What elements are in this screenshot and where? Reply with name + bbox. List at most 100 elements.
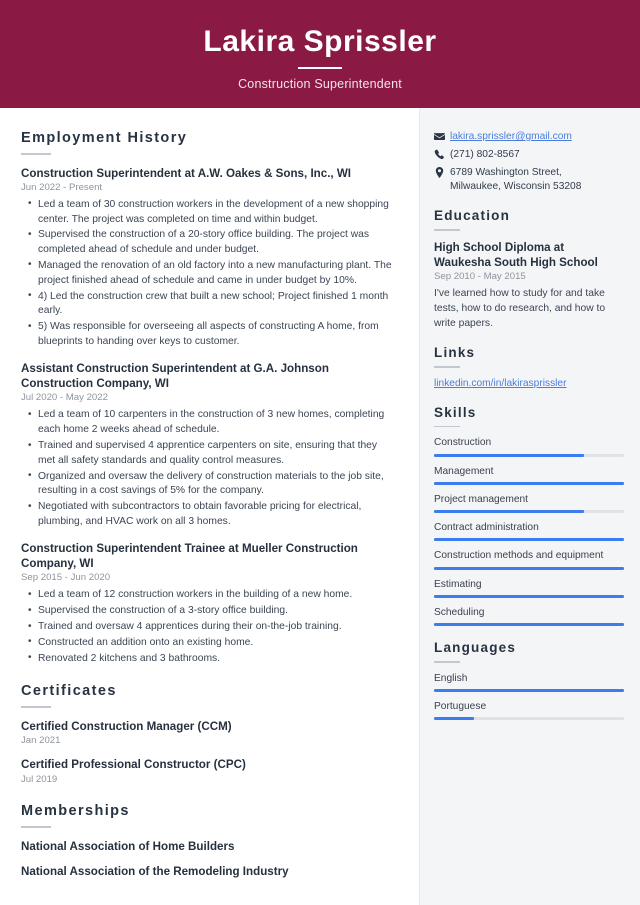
email-link[interactable]: lakira.sprissler@gmail.com xyxy=(450,131,572,142)
skill-item: Contract administration xyxy=(434,521,624,542)
bullet-item: Constructed an addition onto an existing… xyxy=(28,635,397,651)
skill-item-label: Construction methods and equipment xyxy=(434,550,604,562)
education-section: Education High School Diploma at Waukesh… xyxy=(434,208,624,331)
education-entry-list: High School Diploma at Waukesha South Hi… xyxy=(434,240,624,331)
skill-item-label: Management xyxy=(434,465,494,477)
bullet-item: Renovated 2 kitchens and 3 bathrooms. xyxy=(28,651,397,667)
bullet-item: Trained and oversaw 4 apprentices during… xyxy=(28,620,397,635)
certificate-entry: Certified Professional Constructor (CPC)… xyxy=(21,757,397,786)
skill-item-fill xyxy=(434,453,585,457)
language-item-label: Portuguese xyxy=(434,700,487,712)
certificate-date: Jan 2021 xyxy=(21,735,61,747)
skill-item-track xyxy=(434,594,624,598)
skill-item: Project management xyxy=(434,493,624,514)
employment-entry-title: Construction Superintendent at A.W. Oake… xyxy=(21,166,352,180)
skill-item: Scheduling xyxy=(434,606,624,627)
contact-row: 6789 Washington Street, Milwaukee, Wiscon… xyxy=(434,166,624,194)
skill-item: Estimating xyxy=(434,578,624,598)
skills-section: Skills Construction Management Project m… xyxy=(434,404,624,627)
links-section: Links linkedin.com/in/lakirasprissler xyxy=(434,345,624,391)
skill-item-label: Contract administration xyxy=(434,522,539,534)
employment-entry-title: Construction Superintendent Trainee at M… xyxy=(21,541,358,571)
employment-entry-list: Construction Superintendent at A.W. Oake… xyxy=(21,166,397,667)
bullet-item: Led a team of 12 construction workers in… xyxy=(28,588,397,603)
bullet-item: Managed the renovation of an old factory… xyxy=(28,258,397,289)
bullet-item: 5) Was responsible for overseeing all as… xyxy=(28,320,397,350)
employment-history-section: Employment History Construction Superint… xyxy=(21,130,397,666)
language-item: Portuguese xyxy=(434,700,624,721)
main-column: Employment History Construction Superint… xyxy=(0,108,419,905)
skill-item-label: Scheduling xyxy=(434,606,485,618)
section-heading-education: Education xyxy=(434,208,511,224)
section-rule xyxy=(21,706,51,708)
employment-entry-bullets: Led a team of 30 construction workers in… xyxy=(21,197,397,350)
contact-text: 6789 Washington Street, Milwaukee, Wiscon… xyxy=(450,166,624,194)
employment-entry: Assistant Construction Superintendent at… xyxy=(21,361,397,530)
certificates-section: Certificates Certified Construction Mana… xyxy=(21,683,397,786)
envelope-icon xyxy=(434,130,450,142)
employment-entry-date: Jul 2020 - May 2022 xyxy=(21,392,108,404)
skill-item-track xyxy=(434,481,624,485)
employment-entry-date: Jun 2022 - Present xyxy=(21,181,103,193)
name-underline-rule xyxy=(298,67,342,69)
contact-row[interactable]: lakira.sprissler@gmail.com xyxy=(434,130,624,144)
candidate-name: Lakira Sprissler xyxy=(203,25,437,59)
certificate-title: Certified Professional Constructor (CPC) xyxy=(21,758,246,772)
bullet-item: Supervised the construction of a 20-stor… xyxy=(28,228,397,258)
membership-entry: National Association of the Remodeling I… xyxy=(21,864,397,879)
membership-title: National Association of Home Builders xyxy=(21,839,235,853)
education-entry-description: I've learned how to study for and take t… xyxy=(434,288,606,329)
skill-item-fill xyxy=(434,594,624,598)
section-heading-skills: Skills xyxy=(434,404,477,420)
certificate-entry-list: Certified Construction Manager (CCM) Jan… xyxy=(21,719,397,786)
certificate-date: Jul 2019 xyxy=(21,773,58,785)
employment-entry: Construction Superintendent at A.W. Oake… xyxy=(21,166,397,350)
section-rule xyxy=(434,661,460,663)
language-item-track xyxy=(434,688,624,692)
contact-row: (271) 802-8567 xyxy=(434,148,624,162)
section-rule xyxy=(21,826,51,828)
skill-item: Management xyxy=(434,465,624,485)
membership-entry-list: National Association of Home Builders Na… xyxy=(21,839,397,880)
section-rule xyxy=(434,229,460,231)
certificate-title: Certified Construction Manager (CCM) xyxy=(21,719,232,733)
skill-item-track xyxy=(434,566,624,570)
language-item-fill xyxy=(434,688,624,692)
membership-title: National Association of the Remodeling I… xyxy=(21,865,289,879)
skill-item-fill xyxy=(434,566,624,570)
bullet-item: Trained and supervised 4 apprentice carp… xyxy=(28,439,397,469)
contact-details-list: lakira.sprissler@gmail.com (271) 802-856… xyxy=(434,130,624,194)
candidate-job-title: Construction Superintendent xyxy=(238,76,402,91)
link-row[interactable]: linkedin.com/in/lakirasprissler xyxy=(434,377,624,391)
employment-entry: Construction Superintendent Trainee at M… xyxy=(21,541,397,667)
education-entry: High School Diploma at Waukesha South Hi… xyxy=(434,240,624,331)
resume-body: Employment History Construction Superint… xyxy=(0,108,640,905)
skill-item-fill xyxy=(434,481,624,485)
skill-item-track xyxy=(434,623,624,627)
bullet-item: 4) Led the construction crew that built … xyxy=(28,289,397,320)
employment-entry-bullets: Led a team of 10 carpenters in the const… xyxy=(21,408,397,530)
skill-item-fill xyxy=(434,538,624,542)
skill-item-track xyxy=(434,538,624,542)
skill-item-fill xyxy=(434,623,624,627)
skill-item: Construction xyxy=(434,436,624,457)
resume-document: Lakira Sprissler Construction Superinten… xyxy=(0,0,640,905)
skill-item-label: Construction xyxy=(434,437,492,449)
bullet-item: Supervised the construction of a 3-story… xyxy=(28,604,397,619)
section-heading-links: Links xyxy=(434,345,476,361)
section-heading-memberships: Memberships xyxy=(21,803,130,820)
section-heading-employment: Employment History xyxy=(21,130,188,146)
linkedin-link[interactable]: linkedin.com/in/lakirasprissler xyxy=(434,378,566,389)
bullet-item: Led a team of 10 carpenters in the const… xyxy=(28,408,397,438)
section-heading-certificates: Certificates xyxy=(21,683,117,700)
languages-section: Languages English Portuguese xyxy=(434,640,624,721)
location-pin-icon xyxy=(434,166,450,179)
language-item-fill xyxy=(434,717,474,721)
address-line-2: Milwaukee, Wisconsin 53208 xyxy=(450,181,582,193)
employment-entry-bullets: Led a team of 12 construction workers in… xyxy=(21,588,397,666)
employment-entry-title: Assistant Construction Superintendent at… xyxy=(21,361,329,391)
resume-header: Lakira Sprissler Construction Superinten… xyxy=(0,0,640,108)
skill-item-track xyxy=(434,510,624,514)
employment-entry-date: Sep 2015 - Jun 2020 xyxy=(21,572,111,584)
education-entry-title: High School Diploma at Waukesha South Hi… xyxy=(434,240,598,270)
